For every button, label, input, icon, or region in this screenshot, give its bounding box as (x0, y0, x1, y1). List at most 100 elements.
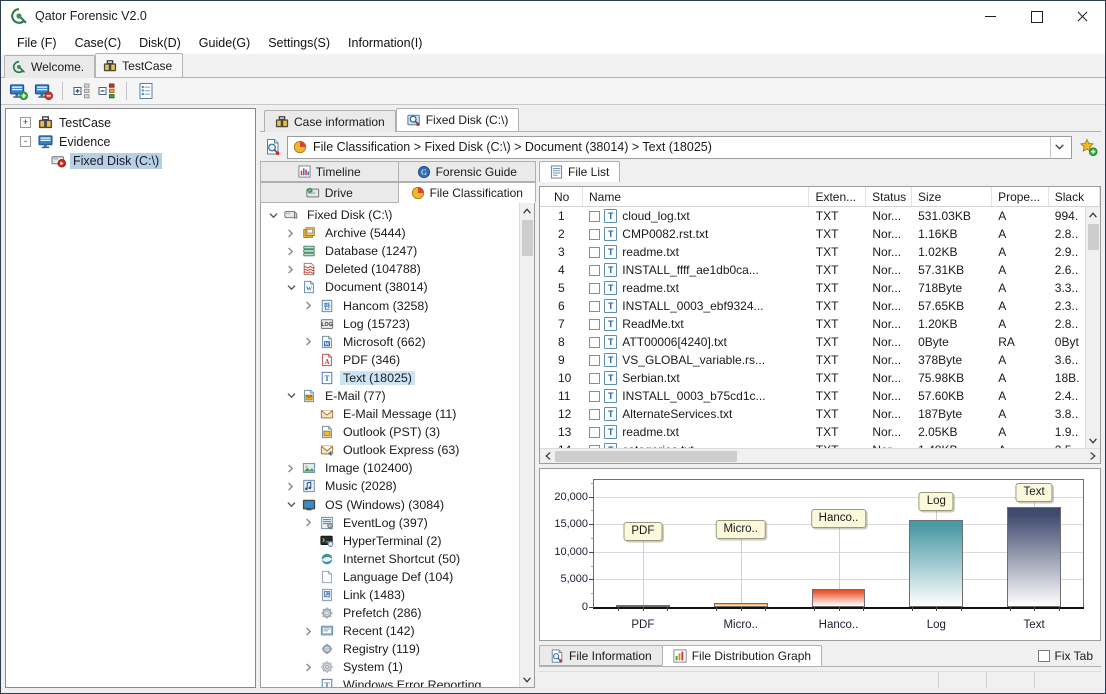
file-list-scrollbar[interactable] (1085, 207, 1100, 448)
file-list-row[interactable]: 10 T Serbian.txt TXT Nor... 75.98KB A 18B. (540, 369, 1100, 387)
row-checkbox[interactable] (589, 336, 601, 348)
classification-node-hyperterminal-2[interactable]: HyperTerminal (2) (261, 532, 534, 550)
tree-node-testcase[interactable]: + TestCase (10, 113, 255, 132)
report-icon[interactable] (135, 80, 157, 102)
classification-node-deleted-104788[interactable]: Deleted (104788) (261, 260, 534, 278)
expander-plus-icon[interactable]: + (20, 117, 31, 128)
breadcrumb-input[interactable]: File Classification > Fixed Disk (C:\) >… (287, 135, 1072, 159)
maximize-button[interactable] (1013, 1, 1059, 32)
chevron-right-icon[interactable] (305, 627, 317, 636)
classification-node-hancom-3258[interactable]: 한 Hancom (3258) (261, 296, 534, 314)
fix-tab-checkbox[interactable] (1037, 649, 1050, 662)
classification-node-music-2028[interactable]: Music (2028) (261, 477, 534, 495)
row-checkbox[interactable] (589, 390, 601, 402)
tree-node-fixed-disk[interactable]: Fixed Disk (C:\) (10, 151, 255, 170)
classification-node-system-1[interactable]: System (1) (261, 658, 534, 676)
row-checkbox[interactable] (589, 372, 601, 384)
hscroll-thumb[interactable] (555, 450, 737, 462)
classification-node-outlook-express-63[interactable]: Outlook Express (63) (261, 441, 534, 459)
tree-node-evidence[interactable]: - Evidence (10, 132, 255, 151)
tab-welcome[interactable]: Welcome. (4, 55, 96, 78)
chevron-right-icon[interactable] (287, 229, 299, 238)
add-favorite-star-icon[interactable] (1077, 136, 1099, 158)
file-list-row[interactable]: 11 T INSTALL_0003_b75cd1c... TXT Nor... 57.60… (540, 387, 1100, 405)
chevron-down-icon[interactable] (287, 284, 299, 291)
scroll-left-icon[interactable] (540, 449, 555, 464)
row-checkbox[interactable] (589, 210, 601, 222)
row-checkbox[interactable] (589, 228, 601, 240)
classification-tree[interactable]: Fixed Disk (C:\) Archive (5444) Database (… (260, 203, 535, 688)
scroll-up-icon[interactable] (1086, 207, 1101, 222)
classification-node-pdf-346[interactable]: A PDF (346) (261, 351, 534, 369)
file-list-row[interactable]: 4 T INSTALL_ffff_ae1db0ca... TXT Nor... 57.31… (540, 261, 1100, 279)
chevron-down-icon[interactable] (269, 212, 281, 219)
row-checkbox[interactable] (589, 246, 601, 258)
chevron-right-icon[interactable] (305, 337, 317, 346)
chart-bar[interactable] (1007, 507, 1061, 607)
column-header-extension[interactable]: Exten... (809, 187, 867, 206)
file-list-row[interactable]: 7 T ReadMe.txt TXT Nor... 1.20KB A 2.8.. (540, 315, 1100, 333)
classification-node-e-mail-message-11[interactable]: E-Mail Message (11) (261, 405, 534, 423)
collapse-all-icon[interactable] (96, 80, 118, 102)
tab-file-information[interactable]: File Information (539, 645, 663, 666)
add-evidence-icon[interactable] (7, 80, 29, 102)
file-list-row[interactable]: 13 Treadme.txt TXT Nor... 2.05KB A 1.9.. (540, 423, 1100, 441)
file-list-row[interactable]: 12 T AlternateServices.txt TXT Nor... 187Byte… (540, 405, 1100, 423)
close-button[interactable] (1059, 1, 1105, 32)
classification-node-document-38014[interactable]: W Document (38014) (261, 278, 534, 296)
minimize-button[interactable] (967, 1, 1013, 32)
expander-minus-icon[interactable]: - (20, 136, 31, 147)
scroll-down-icon[interactable] (1086, 433, 1101, 448)
classification-node-archive-5444[interactable]: Archive (5444) (261, 224, 534, 242)
chevron-right-icon[interactable] (305, 663, 317, 672)
row-checkbox[interactable] (589, 354, 601, 366)
file-list-row[interactable]: 2 T CMP0082.rst.txt TXT Nor... 1.16KB A 2.8.. (540, 225, 1100, 243)
fix-tab-control[interactable]: Fix Tab (1037, 645, 1101, 666)
row-checkbox[interactable] (589, 444, 601, 448)
chevron-down-icon[interactable] (287, 392, 299, 399)
tab-case-information[interactable]: Case information (264, 110, 396, 132)
classification-node-recent-142[interactable]: Recent (142) (261, 622, 534, 640)
file-list-hscrollbar[interactable] (540, 448, 1100, 463)
file-list-row[interactable]: 1 Tcloud_log.txt TXT Nor... 531.03KB A 994. (540, 207, 1100, 225)
chevron-right-icon[interactable] (305, 518, 317, 527)
classification-node-e-mail-77[interactable]: E-Mail (77) (261, 387, 534, 405)
file-list-row[interactable]: 5 Treadme.txt TXT Nor... 718Byte A 3.3.. (540, 279, 1100, 297)
expand-all-icon[interactable] (71, 80, 93, 102)
classification-node-image-102400[interactable]: Image (102400) (261, 459, 534, 477)
classification-node-log-15723[interactable]: LOG Log (15723) (261, 315, 534, 333)
classification-node-microsoft-662[interactable]: W Microsoft (662) (261, 333, 534, 351)
classification-node-internet-shortcut-50[interactable]: Internet Shortcut (50) (261, 550, 534, 568)
column-header-property[interactable]: Prope... (992, 187, 1049, 206)
menu-file[interactable]: File (F) (8, 34, 66, 52)
chevron-right-icon[interactable] (287, 482, 299, 491)
row-checkbox[interactable] (589, 300, 601, 312)
row-checkbox[interactable] (589, 426, 601, 438)
classification-node-os-windows-3084[interactable]: OS (Windows) (3084) (261, 496, 534, 514)
classification-node-windows-error-reporting[interactable]: T Windows Error Reporting ... (261, 676, 534, 687)
scroll-thumb[interactable] (521, 220, 533, 256)
tab-file-classification[interactable]: File Classification (397, 182, 536, 203)
classification-node-registry-119[interactable]: Registry (119) (261, 640, 534, 658)
scroll-up-icon[interactable] (520, 203, 535, 218)
chevron-right-icon[interactable] (287, 464, 299, 473)
column-header-size[interactable]: Size (912, 187, 993, 206)
classification-node-eventlog-397[interactable]: EventLog (397) (261, 514, 534, 532)
row-checkbox[interactable] (589, 264, 601, 276)
file-list-row[interactable]: 9 T VS_GLOBAL_variable.rs... TXT Nor... 378By… (540, 351, 1100, 369)
menu-guide[interactable]: Guide(G) (190, 34, 259, 52)
chart-bar[interactable] (811, 589, 866, 607)
tab-forensic-guide[interactable]: G Forensic Guide (397, 161, 536, 182)
column-header-no[interactable]: No (540, 187, 583, 206)
scroll-thumb[interactable] (1087, 224, 1099, 250)
file-list-body[interactable]: 1 Tcloud_log.txt TXT Nor... 531.03KB A 994. 2 T C… (540, 207, 1100, 448)
tab-fixed-disk[interactable]: Fixed Disk (C:\) (395, 108, 520, 131)
classification-node-text-18025[interactable]: T Text (18025) (261, 369, 534, 387)
row-checkbox[interactable] (589, 408, 601, 420)
classification-node-link-1483[interactable]: Link (1483) (261, 586, 534, 604)
chart-bar[interactable] (909, 520, 964, 607)
scroll-down-icon[interactable] (520, 672, 535, 687)
file-list-row[interactable]: 6 T INSTALL_0003_ebf9324... TXT Nor... 57.65K… (540, 297, 1100, 315)
tab-timeline[interactable]: Timeline (260, 161, 399, 182)
column-header-slack[interactable]: Slack (1049, 187, 1100, 206)
